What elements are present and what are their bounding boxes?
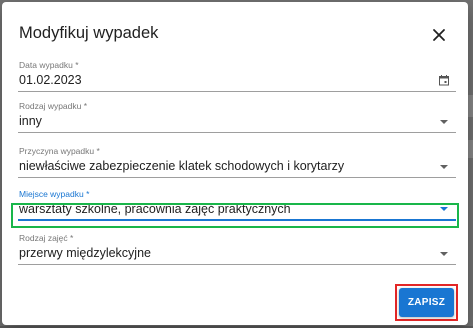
field-underline xyxy=(18,264,456,265)
save-button[interactable]: ZAPISZ xyxy=(399,288,454,317)
accident-place-select[interactable]: Miejsce wypadku * warsztaty szkolne, pra… xyxy=(18,189,456,221)
accident-cause-select[interactable]: Przyczyna wypadku * niewłaściwe zabezpie… xyxy=(18,146,456,178)
modify-accident-dialog: Modyfikuj wypadek Data wypadku * 01.02.2… xyxy=(2,2,468,325)
accident-place-value[interactable]: warsztaty szkolne, pracownia zajęć prakt… xyxy=(19,202,291,216)
activity-type-select[interactable]: Rodzaj zajęć * przerwy międzylekcyjne xyxy=(18,233,456,265)
chevron-down-icon[interactable] xyxy=(440,252,448,256)
accident-type-label: Rodzaj wypadku * xyxy=(19,101,88,111)
field-underline xyxy=(18,132,456,133)
accident-cause-label: Przyczyna wypadku * xyxy=(19,146,100,156)
accident-type-value[interactable]: inny xyxy=(19,114,42,128)
accident-cause-value[interactable]: niewłaściwe zabezpieczenie klatek schodo… xyxy=(19,159,344,173)
accident-date-value[interactable]: 01.02.2023 xyxy=(19,73,82,87)
field-underline-focused xyxy=(18,219,456,221)
chevron-down-icon[interactable] xyxy=(440,165,448,169)
chevron-down-icon[interactable] xyxy=(440,120,448,124)
field-underline xyxy=(18,91,456,92)
field-underline xyxy=(18,177,456,178)
chevron-down-icon[interactable] xyxy=(440,207,448,211)
dialog-title: Modyfikuj wypadek xyxy=(19,24,159,42)
activity-type-label: Rodzaj zajęć * xyxy=(19,233,74,243)
accident-date-field[interactable]: Data wypadku * 01.02.2023 xyxy=(18,60,456,92)
accident-date-label: Data wypadku * xyxy=(19,60,79,70)
activity-type-value[interactable]: przerwy międzylekcyjne xyxy=(19,246,151,260)
close-icon[interactable] xyxy=(429,25,449,45)
accident-type-select[interactable]: Rodzaj wypadku * inny xyxy=(18,101,456,133)
accident-place-label: Miejsce wypadku * xyxy=(19,189,90,199)
calendar-icon[interactable] xyxy=(438,73,450,86)
